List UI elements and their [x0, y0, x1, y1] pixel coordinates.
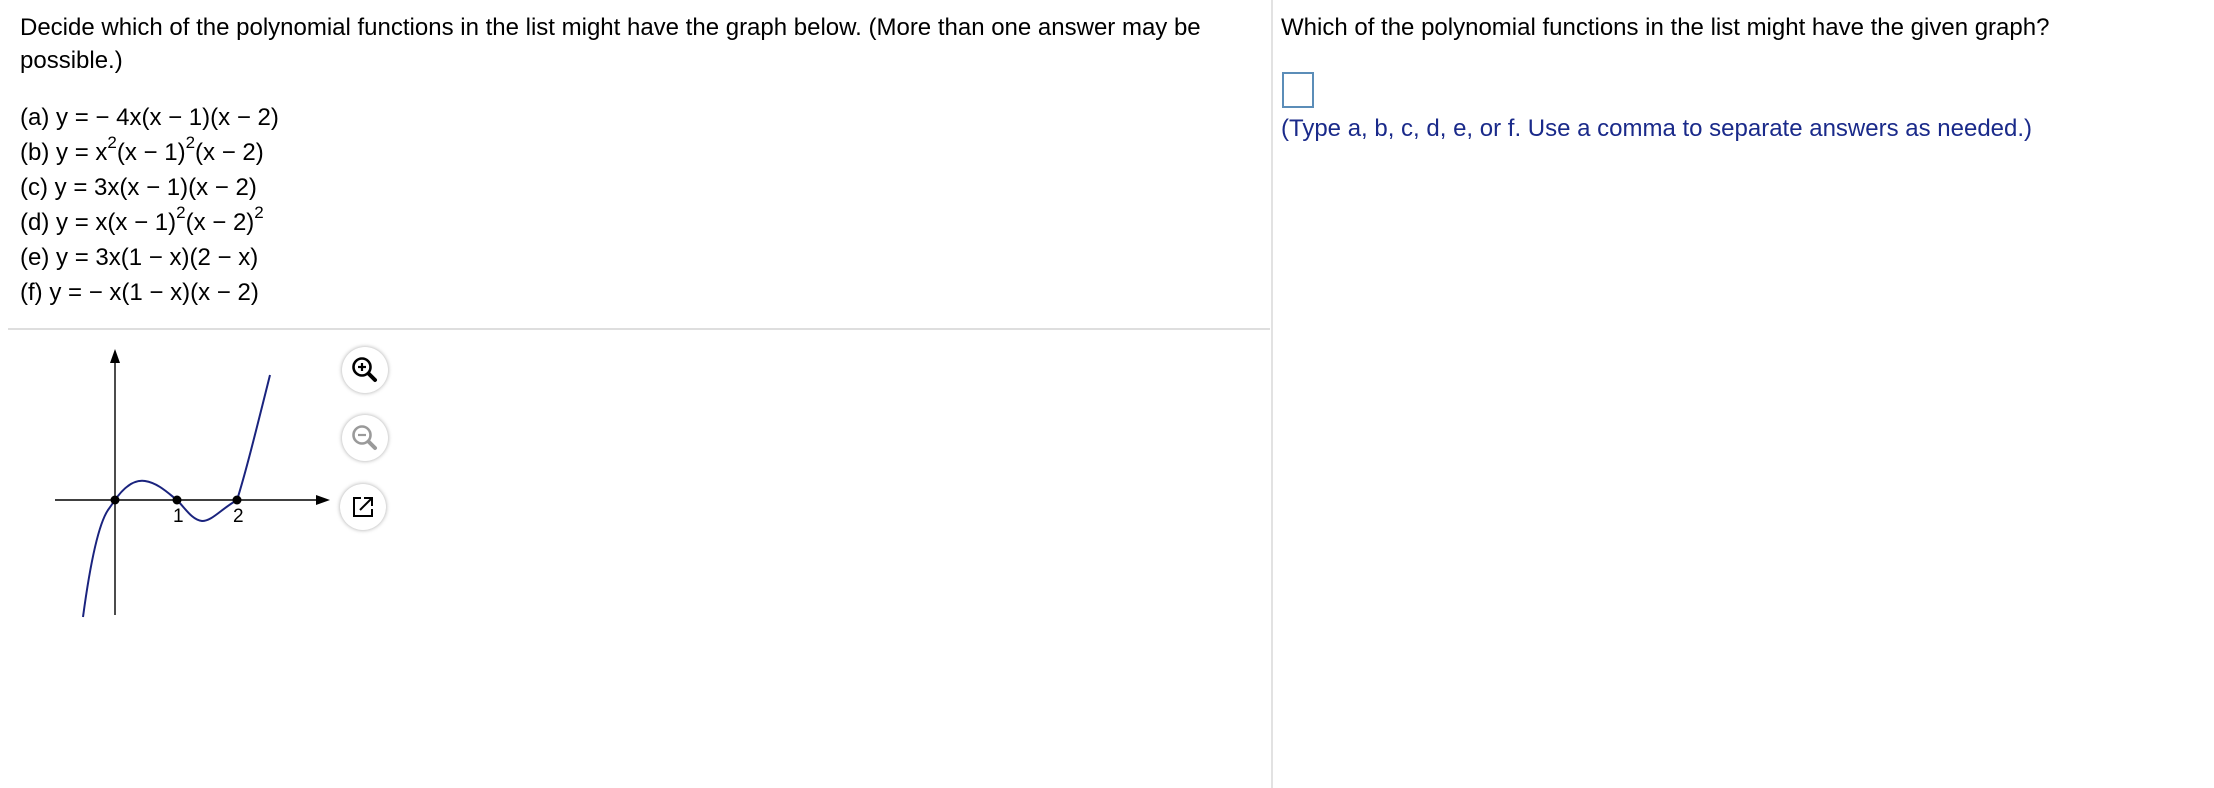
- x-tick-label-2: 2: [233, 506, 244, 527]
- option-a: (a) y = − 4x(x − 1)(x − 2): [20, 104, 279, 131]
- y-axis-arrow: [110, 349, 120, 363]
- zoom-in-button[interactable]: [342, 347, 388, 393]
- question-pane: Decide which of the polynomial functions…: [0, 0, 1274, 788]
- answer-question: Which of the polynomial functions in the…: [1281, 14, 2050, 41]
- instructions-text: Decide which of the polynomial functions…: [20, 14, 1201, 74]
- option-d: (d) y = x(x − 1)2(x − 2)2: [20, 203, 264, 236]
- pane-divider: [1271, 0, 1273, 788]
- intercept-point-2: [232, 495, 242, 505]
- option-c: (c) y = 3x(x − 1)(x − 2): [20, 174, 257, 201]
- options-list: (a) y = − 4x(x − 1)(x − 2) (b) y = x2(x …: [20, 101, 279, 311]
- pop-out-button[interactable]: [340, 484, 386, 530]
- magnifier-plus-icon: [352, 357, 377, 382]
- magnifier-minus-icon: [352, 425, 377, 450]
- option-e: (e) y = 3x(1 − x)(2 − x): [20, 244, 259, 271]
- zoom-out-button[interactable]: [342, 415, 388, 461]
- option-b: (b) y = x2(x − 1)2(x − 2): [20, 133, 264, 166]
- x-tick-label-1: 1: [173, 506, 184, 527]
- graph-svg: 1 2: [55, 349, 330, 618]
- intercept-point-1: [172, 495, 182, 505]
- section-divider: [8, 328, 1270, 330]
- answer-pane: Which of the polynomial functions in the…: [1274, 0, 2214, 788]
- answer-input[interactable]: [1282, 72, 1314, 108]
- external-link-icon: [353, 497, 373, 517]
- polynomial-graph: 1 2: [50, 345, 340, 625]
- answer-hint: (Type a, b, c, d, e, or f. Use a comma t…: [1281, 115, 2033, 142]
- intercept-point-0: [110, 495, 120, 505]
- x-axis-arrow: [316, 495, 330, 505]
- option-f: (f) y = − x(1 − x)(x − 2): [20, 279, 259, 306]
